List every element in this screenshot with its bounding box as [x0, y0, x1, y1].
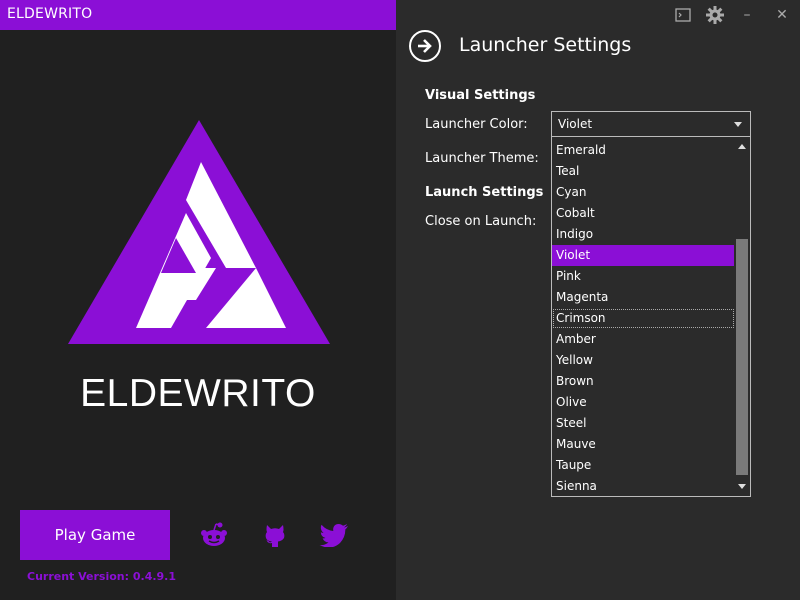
page-title: Launcher Settings [459, 34, 632, 56]
dropdown-option[interactable]: Steel [552, 413, 735, 434]
close-button[interactable]: ✕ [772, 5, 792, 25]
brand-name: ELDEWRITO [80, 372, 316, 415]
dropdown-option[interactable]: Amber [552, 329, 735, 350]
console-icon[interactable] [672, 5, 694, 25]
arrow-right-icon [418, 39, 432, 53]
dropdown-option[interactable]: Olive [552, 392, 735, 413]
current-version: Current Version: 0.4.9.1 [27, 570, 177, 583]
close-on-launch-label: Close on Launch: [425, 214, 537, 229]
dropdown-option[interactable]: Sienna [552, 476, 735, 496]
launch-settings-heading: Launch Settings [425, 185, 544, 200]
github-icon[interactable] [258, 518, 292, 552]
dropdown-option[interactable]: Cobalt [552, 203, 735, 224]
minimize-button[interactable]: – [737, 5, 757, 25]
dropdown-option[interactable]: Crimson [552, 308, 735, 329]
dropdown-option[interactable]: Cyan [552, 182, 735, 203]
back-button[interactable] [409, 30, 441, 62]
launcher-color-label: Launcher Color: [425, 117, 528, 132]
eldewrito-logo [68, 120, 330, 344]
dropdown-option[interactable]: Yellow [552, 350, 735, 371]
settings-panel: – ✕ Launcher Settings Visual Settings La… [396, 0, 800, 600]
window-title: ELDEWRITO [7, 6, 93, 22]
dropdown-option[interactable]: Emerald [552, 140, 735, 161]
visual-settings-heading: Visual Settings [425, 88, 536, 103]
launcher-color-dropdown[interactable]: Emerald Teal Cyan Cobalt Indigo Violet Pink Mag… [551, 137, 751, 497]
dropdown-option[interactable]: Violet [552, 245, 735, 266]
scroll-up-icon[interactable] [738, 144, 746, 149]
launcher-theme-label: Launcher Theme: [425, 151, 539, 166]
dropdown-list: Emerald Teal Cyan Cobalt Indigo Violet Pink Mag… [552, 140, 735, 496]
reddit-icon[interactable] [197, 518, 231, 552]
dropdown-option[interactable]: Magenta [552, 287, 735, 308]
dropdown-option[interactable]: Brown [552, 371, 735, 392]
dropdown-option[interactable]: Pink [552, 266, 735, 287]
chevron-down-icon [734, 122, 742, 127]
twitter-icon[interactable] [317, 518, 351, 552]
dropdown-option[interactable]: Indigo [552, 224, 735, 245]
gear-icon[interactable] [703, 5, 727, 25]
dropdown-option[interactable]: Taupe [552, 455, 735, 476]
left-panel: ELDEWRITO ELDEWRITO Play Game Current Ve… [0, 0, 396, 600]
title-bar[interactable]: ELDEWRITO [0, 0, 396, 30]
dropdown-option[interactable]: Teal [552, 161, 735, 182]
scroll-thumb[interactable] [736, 239, 748, 475]
launcher-color-value: Violet [558, 117, 593, 131]
launcher-color-select[interactable]: Violet [551, 111, 751, 137]
play-game-button[interactable]: Play Game [20, 510, 170, 560]
dropdown-option[interactable]: Mauve [552, 434, 735, 455]
dropdown-scrollbar[interactable] [734, 137, 750, 496]
scroll-down-icon[interactable] [738, 484, 746, 489]
